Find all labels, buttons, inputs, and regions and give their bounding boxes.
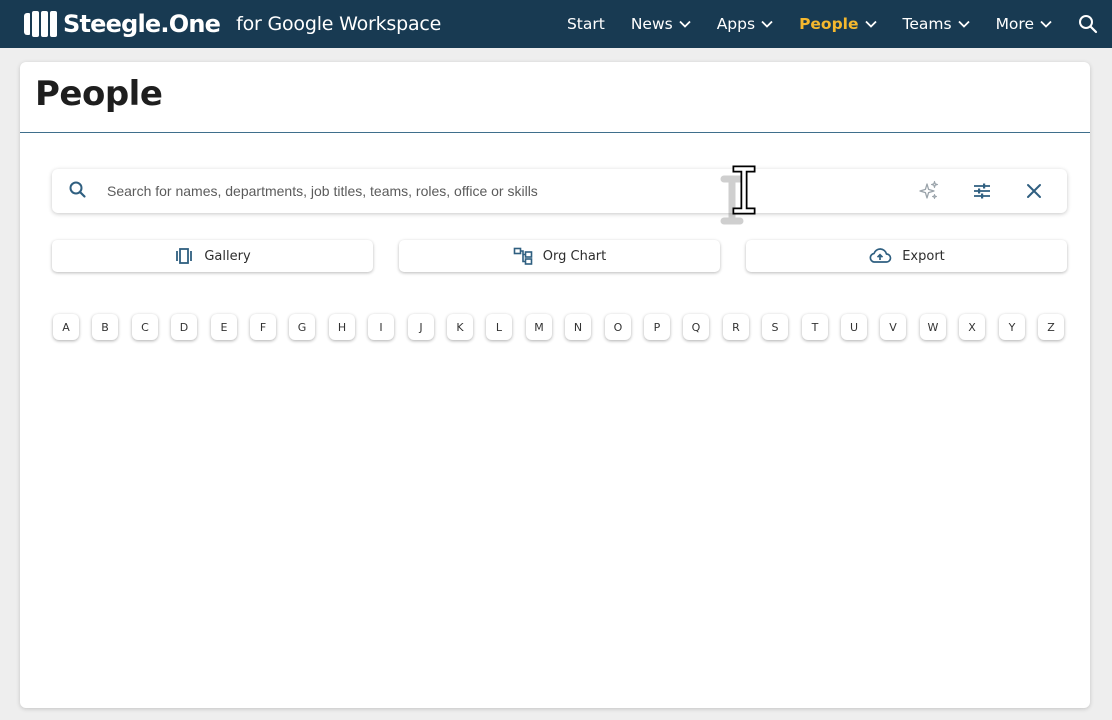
nav-people-label: People <box>799 15 859 33</box>
gallery-view-button[interactable]: Gallery <box>52 240 373 272</box>
chevron-down-icon <box>1040 20 1052 28</box>
gallery-icon <box>174 247 194 265</box>
nav-teams-label: Teams <box>902 15 952 33</box>
letter-filter-c[interactable]: C <box>132 314 158 340</box>
letter-filter-m[interactable]: M <box>526 314 552 340</box>
people-card: People Search for names, departments, jo… <box>20 62 1090 708</box>
nav-news-label: News <box>630 15 673 33</box>
letter-filter-a[interactable]: A <box>53 314 79 340</box>
filter-tune-icon[interactable] <box>970 179 994 203</box>
letter-filter-r[interactable]: R <box>723 314 749 340</box>
nav-start-label: Start <box>566 15 605 33</box>
letter-filter-v[interactable]: V <box>880 314 906 340</box>
org-chart-icon <box>513 247 533 265</box>
nav-news[interactable]: News <box>631 15 691 33</box>
letter-filter-h[interactable]: H <box>329 314 355 340</box>
letter-filter-g[interactable]: G <box>289 314 315 340</box>
search-icon[interactable] <box>1078 14 1098 34</box>
brand-name: Steegle.One <box>63 10 221 38</box>
letter-filter-u[interactable]: U <box>841 314 867 340</box>
letter-filter-k[interactable]: K <box>447 314 473 340</box>
export-label: Export <box>902 248 945 264</box>
chevron-down-icon <box>864 20 877 28</box>
letter-filter-s[interactable]: S <box>762 314 788 340</box>
top-navigation-bar: Steegle.One for Google Workspace Start N… <box>0 0 1112 48</box>
title-divider <box>20 132 1090 133</box>
nav-start[interactable]: Start <box>567 15 605 33</box>
letter-filter-q[interactable]: Q <box>683 314 709 340</box>
letter-filter-d[interactable]: D <box>171 314 197 340</box>
nav-apps[interactable]: Apps <box>717 15 773 33</box>
cloud-upload-icon <box>868 247 892 265</box>
org-chart-view-button[interactable]: Org Chart <box>399 240 720 272</box>
letter-filter-j[interactable]: J <box>408 314 434 340</box>
chevron-down-icon <box>957 20 970 28</box>
ai-sparkle-icon[interactable] <box>917 179 941 203</box>
nav-teams[interactable]: Teams <box>903 15 970 33</box>
main-nav: Start News Apps People Teams More <box>567 0 1112 48</box>
nav-more[interactable]: More <box>996 15 1052 33</box>
letter-filter-n[interactable]: N <box>565 314 591 340</box>
nav-people[interactable]: People <box>799 15 877 33</box>
letter-filter-z[interactable]: Z <box>1038 314 1064 340</box>
letter-filter-w[interactable]: W <box>920 314 946 340</box>
letter-filter-l[interactable]: L <box>486 314 512 340</box>
steegle-logo-icon <box>24 11 57 37</box>
people-search-input[interactable] <box>107 169 887 213</box>
nav-apps-label: Apps <box>716 15 756 33</box>
letter-filter-y[interactable]: Y <box>999 314 1025 340</box>
search-icon <box>68 180 88 200</box>
brand-subtitle: for Google Workspace <box>236 13 442 35</box>
chevron-down-icon <box>761 20 773 28</box>
gallery-label: Gallery <box>204 248 251 264</box>
brand[interactable]: Steegle.One for Google Workspace <box>24 0 441 48</box>
chevron-down-icon <box>679 20 691 28</box>
text-cursor-icon <box>718 165 766 230</box>
letter-filter-p[interactable]: P <box>644 314 670 340</box>
people-search-box <box>52 169 1067 213</box>
export-button[interactable]: Export <box>746 240 1067 272</box>
letter-filter-i[interactable]: I <box>368 314 394 340</box>
letter-filter-o[interactable]: O <box>605 314 631 340</box>
page-title: People <box>35 74 163 114</box>
close-icon[interactable] <box>1022 179 1046 203</box>
letter-filter-b[interactable]: B <box>92 314 118 340</box>
nav-more-label: More <box>995 15 1034 33</box>
letter-filter-f[interactable]: F <box>250 314 276 340</box>
letter-filter-x[interactable]: X <box>959 314 985 340</box>
letter-filter-t[interactable]: T <box>802 314 828 340</box>
org-chart-label: Org Chart <box>542 248 607 264</box>
letter-filter-e[interactable]: E <box>211 314 237 340</box>
